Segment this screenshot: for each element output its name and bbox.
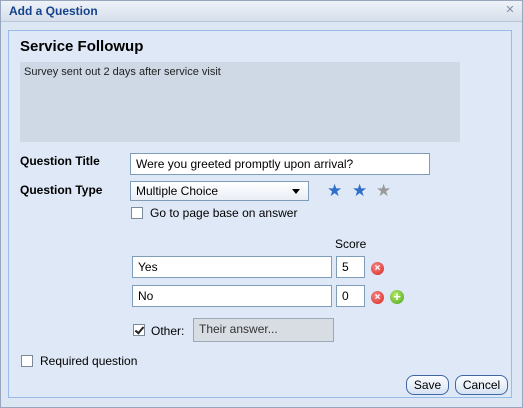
answer-input-1[interactable]: Yes bbox=[132, 256, 332, 278]
chevron-down-icon bbox=[292, 189, 300, 194]
delete-answer-icon-1[interactable]: × bbox=[371, 262, 384, 275]
star-icon-2[interactable]: ★ bbox=[352, 182, 367, 200]
question-title-input[interactable]: Were you greeted promptly upon arrival? bbox=[130, 153, 430, 175]
delete-answer-icon-2[interactable]: × bbox=[371, 291, 384, 304]
score-input-2[interactable]: 0 bbox=[336, 285, 365, 307]
required-label: Required question bbox=[40, 354, 138, 368]
question-type-value: Multiple Choice bbox=[136, 184, 219, 198]
required-checkbox[interactable] bbox=[21, 355, 33, 367]
survey-description: Survey sent out 2 days after service vis… bbox=[20, 62, 460, 142]
answer-input-2[interactable]: No bbox=[132, 285, 332, 307]
star-icon-1[interactable]: ★ bbox=[327, 182, 342, 200]
save-button[interactable]: Save bbox=[406, 375, 449, 395]
survey-title: Service Followup bbox=[20, 38, 144, 55]
question-type-label: Question Type bbox=[20, 183, 103, 197]
page-base-label: Go to page base on answer bbox=[150, 206, 298, 220]
other-answer-field[interactable]: Their answer... bbox=[193, 318, 334, 342]
page-base-checkbox[interactable] bbox=[131, 207, 143, 219]
score-input-1[interactable]: 5 bbox=[336, 256, 365, 278]
other-checkbox[interactable] bbox=[133, 324, 145, 336]
add-answer-icon[interactable]: + bbox=[390, 290, 404, 304]
dialog-title: Add a Question bbox=[9, 4, 98, 18]
question-title-label: Question Title bbox=[20, 154, 100, 168]
star-icon-3[interactable]: ★ bbox=[376, 182, 391, 200]
question-type-select[interactable]: Multiple Choice bbox=[130, 181, 309, 201]
score-header: Score bbox=[335, 237, 367, 251]
cancel-button[interactable]: Cancel bbox=[455, 375, 508, 395]
title-bar: Add a Question ✕ bbox=[1, 1, 522, 22]
other-label: Other: bbox=[151, 324, 185, 338]
close-icon[interactable]: ✕ bbox=[504, 4, 516, 16]
